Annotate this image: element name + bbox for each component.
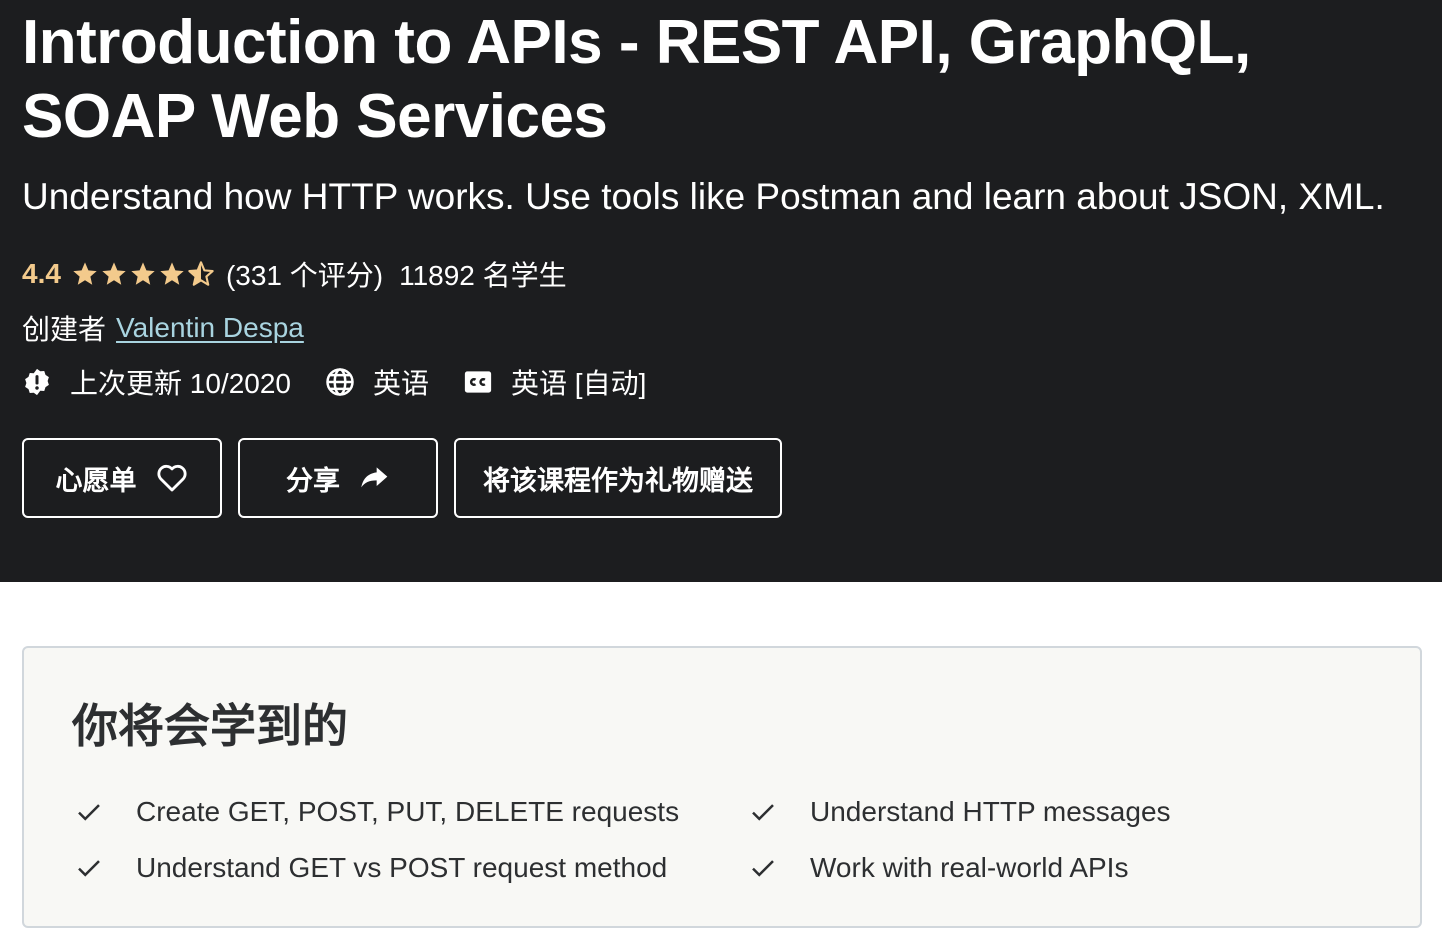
learn-item: Create GET, POST, PUT, DELETE requests — [74, 790, 679, 834]
last-updated: 上次更新 10/2020 — [22, 362, 291, 402]
creator-row: 创建者 Valentin Despa — [22, 306, 304, 350]
wishlist-label: 心愿单 — [55, 465, 137, 496]
learn-item-text: Create GET, POST, PUT, DELETE requests — [136, 796, 680, 827]
course-header: Introduction to APIs - REST API, GraphQL… — [0, 0, 1442, 582]
captions-text: 英语 [自动] — [511, 368, 647, 399]
check-icon — [78, 860, 100, 877]
action-buttons: 心愿单 分享 将该课程作为礼物赠送 — [22, 438, 798, 518]
wishlist-button[interactable]: 心愿单 — [22, 438, 222, 518]
learn-item: Work with real-world APIs — [748, 846, 1128, 890]
star-icon — [73, 262, 97, 285]
rating-score: 4.4 — [22, 258, 61, 289]
alert-badge-icon — [25, 368, 49, 396]
learn-item-text: Understand HTTP messages — [810, 796, 1171, 827]
language: 英语 — [325, 362, 429, 402]
captions: 英语 [自动] — [463, 362, 646, 402]
learn-item: Understand GET vs POST request method — [74, 846, 667, 890]
star-icon — [102, 262, 126, 285]
gift-course-button[interactable]: 将该课程作为礼物赠送 — [454, 438, 782, 518]
language-text: 英语 — [373, 368, 430, 399]
star-icon — [160, 262, 184, 285]
check-icon — [78, 804, 100, 821]
instructor-link[interactable]: Valentin Despa — [116, 312, 304, 344]
share-arrow-icon — [361, 467, 388, 488]
course-meta: 上次更新 10/2020 英语 英语 [自动] — [22, 360, 680, 404]
closed-captions-icon — [464, 371, 492, 393]
share-label: 分享 — [286, 465, 340, 496]
globe-icon — [326, 368, 354, 396]
creator-prefix: 创建者 — [22, 314, 107, 345]
student-count: 11892 名学生 — [399, 260, 567, 291]
what-you-learn-box: 你将会学到的 Create GET, POST, PUT, DELETE req… — [22, 646, 1422, 928]
course-subtitle: Understand how HTTP works. Use tools lik… — [22, 176, 1385, 217]
check-icon — [752, 804, 774, 821]
rating-count[interactable]: (331 个评分) — [226, 254, 383, 294]
gift-label: 将该课程作为礼物赠送 — [483, 465, 753, 496]
last-updated-text: 上次更新 10/2020 — [70, 368, 291, 399]
learn-item-text: Understand GET vs POST request method — [136, 852, 668, 883]
learn-item: Understand HTTP messages — [748, 790, 1171, 834]
what-you-learn-title: 你将会学到的 — [72, 700, 348, 752]
star-half-icon — [188, 261, 214, 286]
learn-item-text: Work with real-world APIs — [810, 852, 1129, 883]
rating-row: 4.4 (331 个评分) 11892 名学生 — [22, 252, 567, 296]
course-title: Introduction to APIs - REST API, GraphQL… — [22, 8, 1251, 151]
share-button[interactable]: 分享 — [238, 438, 438, 518]
check-icon — [752, 860, 774, 877]
star-rating — [71, 260, 216, 288]
heart-icon — [157, 464, 186, 492]
star-icon — [131, 262, 155, 285]
